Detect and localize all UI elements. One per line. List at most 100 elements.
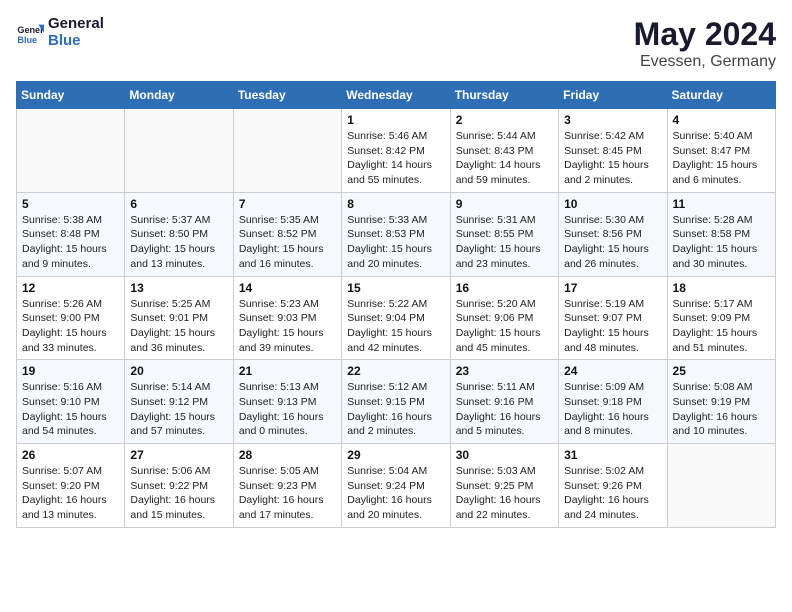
day-info: Sunrise: 5:09 AM Sunset: 9:18 PM Dayligh… — [564, 380, 661, 439]
day-number: 10 — [564, 197, 661, 211]
day-info: Sunrise: 5:07 AM Sunset: 9:20 PM Dayligh… — [22, 464, 119, 523]
day-number: 7 — [239, 197, 336, 211]
day-info: Sunrise: 5:17 AM Sunset: 9:09 PM Dayligh… — [673, 297, 770, 356]
calendar-cell: 15 Sunrise: 5:22 AM Sunset: 9:04 PM Dayli… — [342, 276, 450, 360]
day-number: 12 — [22, 281, 119, 295]
day-info: Sunrise: 5:06 AM Sunset: 9:22 PM Dayligh… — [130, 464, 227, 523]
day-number: 30 — [456, 448, 553, 462]
day-number: 29 — [347, 448, 444, 462]
logo-icon: General Blue — [16, 19, 44, 47]
calendar-cell: 7 Sunrise: 5:35 AM Sunset: 8:52 PM Daylig… — [233, 192, 341, 276]
calendar-cell: 24 Sunrise: 5:09 AM Sunset: 9:18 PM Dayli… — [559, 360, 667, 444]
calendar-week-1: 5 Sunrise: 5:38 AM Sunset: 8:48 PM Daylig… — [17, 192, 776, 276]
day-number: 31 — [564, 448, 661, 462]
calendar-cell: 2 Sunrise: 5:44 AM Sunset: 8:43 PM Daylig… — [450, 109, 558, 193]
main-title: May 2024 — [634, 16, 776, 53]
calendar-week-2: 12 Sunrise: 5:26 AM Sunset: 9:00 PM Dayli… — [17, 276, 776, 360]
calendar-cell: 23 Sunrise: 5:11 AM Sunset: 9:16 PM Dayli… — [450, 360, 558, 444]
day-number: 1 — [347, 113, 444, 127]
weekday-header-thursday: Thursday — [450, 82, 558, 109]
calendar-cell: 9Sunrise: 5:31 AM Sunset: 8:55 PM Daylig… — [450, 192, 558, 276]
day-info: Sunrise: 5:12 AM Sunset: 9:15 PM Dayligh… — [347, 380, 444, 439]
calendar-cell: 6 Sunrise: 5:37 AM Sunset: 8:50 PM Daylig… — [125, 192, 233, 276]
day-number: 13 — [130, 281, 227, 295]
day-info: Sunrise: 5:38 AM Sunset: 8:48 PM Dayligh… — [22, 213, 119, 272]
calendar-cell: 10 Sunrise: 5:30 AM Sunset: 8:56 PM Dayli… — [559, 192, 667, 276]
day-info: Sunrise: 5:23 AM Sunset: 9:03 PM Dayligh… — [239, 297, 336, 356]
calendar-week-4: 26 Sunrise: 5:07 AM Sunset: 9:20 PM Dayli… — [17, 444, 776, 528]
day-info: Sunrise: 5:04 AM Sunset: 9:24 PM Dayligh… — [347, 464, 444, 523]
day-info: Sunrise: 5:35 AM Sunset: 8:52 PM Dayligh… — [239, 213, 336, 272]
day-number: 14 — [239, 281, 336, 295]
day-info: Sunrise: 5:22 AM Sunset: 9:04 PM Dayligh… — [347, 297, 444, 356]
calendar-cell: 21 Sunrise: 5:13 AM Sunset: 9:13 PM Dayli… — [233, 360, 341, 444]
calendar-cell: 8Sunrise: 5:33 AM Sunset: 8:53 PM Daylig… — [342, 192, 450, 276]
calendar-week-3: 19 Sunrise: 5:16 AM Sunset: 9:10 PM Dayli… — [17, 360, 776, 444]
weekday-header-saturday: Saturday — [667, 82, 775, 109]
subtitle: Evessen, Germany — [634, 53, 776, 71]
day-info: Sunrise: 5:08 AM Sunset: 9:19 PM Dayligh… — [673, 380, 770, 439]
day-number: 5 — [22, 197, 119, 211]
day-info: Sunrise: 5:46 AM Sunset: 8:42 PM Dayligh… — [347, 129, 444, 188]
day-number: 25 — [673, 364, 770, 378]
calendar-header-row: SundayMondayTuesdayWednesdayThursdayFrid… — [17, 82, 776, 109]
calendar-cell: 16 Sunrise: 5:20 AM Sunset: 9:06 PM Dayli… — [450, 276, 558, 360]
calendar-cell: 4Sunrise: 5:40 AM Sunset: 8:47 PM Daylig… — [667, 109, 775, 193]
calendar-cell: 31Sunrise: 5:02 AM Sunset: 9:26 PM Dayli… — [559, 444, 667, 528]
day-info: Sunrise: 5:30 AM Sunset: 8:56 PM Dayligh… — [564, 213, 661, 272]
calendar-cell: 18 Sunrise: 5:17 AM Sunset: 9:09 PM Dayli… — [667, 276, 775, 360]
day-info: Sunrise: 5:13 AM Sunset: 9:13 PM Dayligh… — [239, 380, 336, 439]
day-info: Sunrise: 5:28 AM Sunset: 8:58 PM Dayligh… — [673, 213, 770, 272]
calendar-cell — [125, 109, 233, 193]
day-number: 6 — [130, 197, 227, 211]
calendar-week-0: 1 Sunrise: 5:46 AM Sunset: 8:42 PM Daylig… — [17, 109, 776, 193]
day-number: 28 — [239, 448, 336, 462]
calendar-cell: 19 Sunrise: 5:16 AM Sunset: 9:10 PM Dayli… — [17, 360, 125, 444]
day-number: 3 — [564, 113, 661, 127]
day-info: Sunrise: 5:37 AM Sunset: 8:50 PM Dayligh… — [130, 213, 227, 272]
page-header: General Blue General Blue May 2024 Evess… — [16, 16, 776, 71]
calendar-cell: 3Sunrise: 5:42 AM Sunset: 8:45 PM Daylig… — [559, 109, 667, 193]
calendar-cell: 1 Sunrise: 5:46 AM Sunset: 8:42 PM Daylig… — [342, 109, 450, 193]
calendar-cell: 22 Sunrise: 5:12 AM Sunset: 9:15 PM Dayli… — [342, 360, 450, 444]
day-number: 11 — [673, 197, 770, 211]
weekday-header-monday: Monday — [125, 82, 233, 109]
day-info: Sunrise: 5:16 AM Sunset: 9:10 PM Dayligh… — [22, 380, 119, 439]
day-number: 24 — [564, 364, 661, 378]
day-number: 27 — [130, 448, 227, 462]
day-info: Sunrise: 5:14 AM Sunset: 9:12 PM Dayligh… — [130, 380, 227, 439]
calendar-cell — [233, 109, 341, 193]
day-info: Sunrise: 5:26 AM Sunset: 9:00 PM Dayligh… — [22, 297, 119, 356]
day-info: Sunrise: 5:25 AM Sunset: 9:01 PM Dayligh… — [130, 297, 227, 356]
calendar-table: SundayMondayTuesdayWednesdayThursdayFrid… — [16, 81, 776, 528]
calendar-cell — [17, 109, 125, 193]
day-number: 21 — [239, 364, 336, 378]
calendar-cell: 29 Sunrise: 5:04 AM Sunset: 9:24 PM Dayli… — [342, 444, 450, 528]
day-number: 19 — [22, 364, 119, 378]
logo-line1: General — [48, 16, 104, 33]
calendar-cell: 5 Sunrise: 5:38 AM Sunset: 8:48 PM Daylig… — [17, 192, 125, 276]
day-number: 23 — [456, 364, 553, 378]
day-number: 17 — [564, 281, 661, 295]
logo: General Blue General Blue — [16, 16, 104, 49]
calendar-cell: 20 Sunrise: 5:14 AM Sunset: 9:12 PM Dayli… — [125, 360, 233, 444]
day-info: Sunrise: 5:20 AM Sunset: 9:06 PM Dayligh… — [456, 297, 553, 356]
weekday-header-friday: Friday — [559, 82, 667, 109]
day-number: 9 — [456, 197, 553, 211]
calendar-cell: 28Sunrise: 5:05 AM Sunset: 9:23 PM Dayli… — [233, 444, 341, 528]
day-number: 2 — [456, 113, 553, 127]
day-info: Sunrise: 5:19 AM Sunset: 9:07 PM Dayligh… — [564, 297, 661, 356]
day-number: 26 — [22, 448, 119, 462]
weekday-header-tuesday: Tuesday — [233, 82, 341, 109]
calendar-cell: 30Sunrise: 5:03 AM Sunset: 9:25 PM Dayli… — [450, 444, 558, 528]
day-number: 16 — [456, 281, 553, 295]
day-info: Sunrise: 5:44 AM Sunset: 8:43 PM Dayligh… — [456, 129, 553, 188]
day-number: 22 — [347, 364, 444, 378]
calendar-cell: 11 Sunrise: 5:28 AM Sunset: 8:58 PM Dayli… — [667, 192, 775, 276]
weekday-header-sunday: Sunday — [17, 82, 125, 109]
day-info: Sunrise: 5:11 AM Sunset: 9:16 PM Dayligh… — [456, 380, 553, 439]
calendar-cell: 27 Sunrise: 5:06 AM Sunset: 9:22 PM Dayli… — [125, 444, 233, 528]
day-number: 20 — [130, 364, 227, 378]
day-number: 15 — [347, 281, 444, 295]
day-number: 18 — [673, 281, 770, 295]
